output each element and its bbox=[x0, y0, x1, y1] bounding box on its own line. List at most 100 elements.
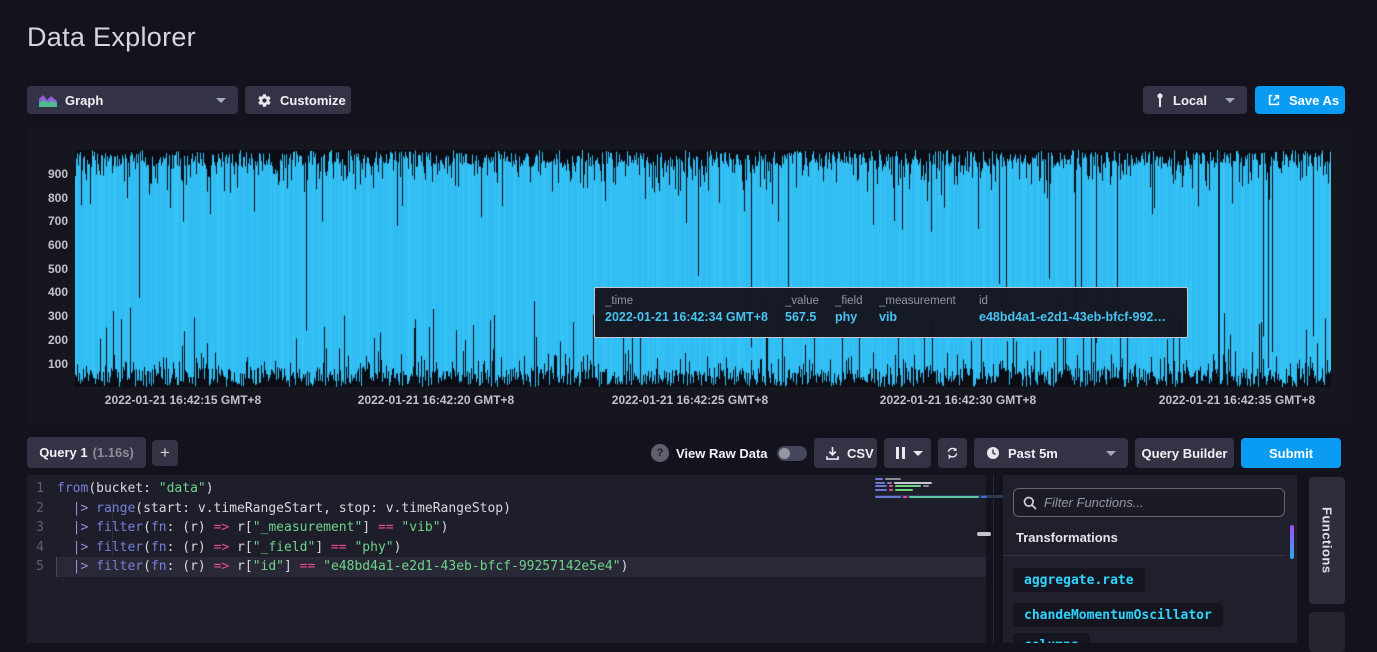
page-title: Data Explorer bbox=[27, 22, 196, 53]
download-icon bbox=[826, 446, 839, 460]
code-line[interactable]: 3 |> filter(fn: (r) => r["_measurement"]… bbox=[27, 518, 986, 538]
scrollbar-thumb[interactable] bbox=[1290, 525, 1294, 559]
functions-panel: Transformations aggregate.rate chandeMom… bbox=[1003, 475, 1297, 643]
minimap[interactable] bbox=[875, 478, 983, 498]
graph-panel: 900 800 700 600 500 400 300 200 100 2022… bbox=[27, 127, 1352, 425]
line-number: 5 bbox=[27, 557, 57, 577]
panel-resize-handle[interactable] bbox=[977, 532, 991, 536]
tooltip-value: 2022-01-21 16:42:34 GMT+8 bbox=[605, 310, 775, 324]
x-tick: 2022-01-21 16:42:30 GMT+8 bbox=[858, 393, 1058, 407]
y-tick: 900 bbox=[28, 167, 68, 181]
export-icon bbox=[1267, 93, 1281, 107]
local-dropdown[interactable]: Local bbox=[1143, 86, 1247, 114]
time-range-label: Past 5m bbox=[1008, 446, 1058, 461]
search-icon bbox=[1023, 496, 1037, 510]
transformations-heading: Transformations bbox=[1016, 530, 1118, 545]
pause-icon bbox=[896, 447, 905, 459]
code-text: from(bucket: "data") bbox=[57, 479, 986, 499]
hover-crosshair bbox=[1218, 150, 1220, 387]
line-number: 4 bbox=[27, 538, 57, 558]
function-item[interactable]: aggregate.rate bbox=[1013, 568, 1145, 592]
query-tab-duration: (1.16s) bbox=[93, 445, 134, 460]
chevron-down-icon bbox=[1106, 451, 1116, 456]
plot-area[interactable] bbox=[75, 150, 1331, 387]
customize-button[interactable]: Customize bbox=[245, 86, 351, 114]
tooltip-label: _field bbox=[835, 295, 869, 307]
panel-divider bbox=[993, 475, 994, 643]
y-tick: 500 bbox=[28, 262, 68, 276]
query-builder-label: Query Builder bbox=[1142, 446, 1228, 461]
visualization-type-dropdown[interactable]: Graph bbox=[27, 86, 238, 114]
view-raw-data-label: View Raw Data bbox=[676, 446, 768, 461]
graph-type-icon bbox=[39, 93, 57, 107]
y-tick: 700 bbox=[28, 214, 68, 228]
line-number: 1 bbox=[27, 479, 57, 499]
view-raw-data-toggle[interactable] bbox=[777, 446, 807, 461]
tooltip-label: _value bbox=[785, 295, 825, 307]
x-tick: 2022-01-21 16:42:20 GMT+8 bbox=[336, 393, 536, 407]
tooltip-label: _measurement bbox=[879, 295, 969, 307]
query-builder-button[interactable]: Query Builder bbox=[1135, 438, 1234, 468]
help-icon[interactable]: ? bbox=[651, 444, 669, 462]
line-number: 2 bbox=[27, 499, 57, 519]
section-divider bbox=[1003, 555, 1285, 556]
submit-label: Submit bbox=[1269, 446, 1313, 461]
hover-tooltip: _time 2022-01-21 16:42:34 GMT+8 _value 5… bbox=[594, 287, 1188, 338]
code-text: |> filter(fn: (r) => r["_field"] == "phy… bbox=[57, 538, 986, 558]
flux-code-editor[interactable]: 1from(bucket: "data")2 |> range(start: v… bbox=[27, 475, 986, 643]
code-line[interactable]: 2 |> range(start: v.timeRangeStart, stop… bbox=[27, 499, 986, 519]
chevron-down-icon bbox=[913, 451, 923, 456]
clock-icon bbox=[986, 446, 1000, 460]
csv-label: CSV bbox=[847, 446, 874, 461]
tooltip-label: id bbox=[979, 295, 1179, 307]
code-text: |> filter(fn: (r) => r["_measurement"] =… bbox=[57, 518, 986, 538]
pause-button[interactable] bbox=[884, 438, 931, 468]
tooltip-value: e48bd4a1-e2d1-43eb-bfcf-992… bbox=[979, 310, 1179, 324]
time-range-dropdown[interactable]: Past 5m bbox=[974, 438, 1128, 468]
code-line[interactable]: 4 |> filter(fn: (r) => r["_field"] == "p… bbox=[27, 538, 986, 558]
local-label: Local bbox=[1173, 93, 1207, 108]
y-tick: 300 bbox=[28, 309, 68, 323]
toggle-knob bbox=[779, 448, 790, 459]
save-as-label: Save As bbox=[1289, 93, 1339, 108]
visualization-type-label: Graph bbox=[65, 93, 103, 108]
csv-download-button[interactable]: CSV bbox=[814, 438, 877, 468]
functions-vertical-tab[interactable]: Functions bbox=[1309, 477, 1345, 604]
pin-icon bbox=[1155, 93, 1165, 108]
chevron-down-icon bbox=[216, 98, 226, 103]
submit-button[interactable]: Submit bbox=[1241, 438, 1341, 468]
tooltip-label: _time bbox=[605, 295, 775, 307]
tooltip-value: vib bbox=[879, 310, 969, 324]
y-tick: 400 bbox=[28, 285, 68, 299]
vertical-tab-clipped[interactable] bbox=[1309, 612, 1345, 652]
code-text: |> filter(fn: (r) => r["id"] == "e48bd4a… bbox=[56, 557, 986, 577]
tooltip-value: 567.5 bbox=[785, 310, 825, 324]
add-query-button[interactable]: + bbox=[152, 440, 178, 466]
code-text: |> range(start: v.timeRangeStart, stop: … bbox=[57, 499, 986, 519]
y-tick: 100 bbox=[28, 357, 68, 371]
tooltip-value: phy bbox=[835, 310, 869, 324]
code-line[interactable]: 1from(bucket: "data") bbox=[27, 479, 986, 499]
functions-tab-label: Functions bbox=[1320, 507, 1335, 574]
refresh-button[interactable] bbox=[938, 438, 967, 468]
save-as-button[interactable]: Save As bbox=[1255, 86, 1345, 114]
chevron-down-icon bbox=[1225, 98, 1235, 103]
query-tab-label: Query 1 bbox=[39, 445, 87, 460]
function-item[interactable]: columns bbox=[1013, 633, 1090, 643]
customize-label: Customize bbox=[280, 93, 346, 108]
x-tick: 2022-01-21 16:42:35 GMT+8 bbox=[1137, 393, 1337, 407]
x-tick: 2022-01-21 16:42:15 GMT+8 bbox=[83, 393, 283, 407]
query-tab[interactable]: Query 1 (1.16s) bbox=[27, 437, 146, 468]
code-lines: 1from(bucket: "data")2 |> range(start: v… bbox=[27, 479, 986, 577]
filter-functions-input[interactable] bbox=[1044, 495, 1275, 510]
refresh-icon bbox=[945, 446, 960, 461]
line-number: 3 bbox=[27, 518, 57, 538]
code-line[interactable]: 5 |> filter(fn: (r) => r["id"] == "e48bd… bbox=[27, 557, 986, 577]
y-tick: 200 bbox=[28, 333, 68, 347]
y-tick: 600 bbox=[28, 238, 68, 252]
y-tick: 800 bbox=[28, 191, 68, 205]
function-item[interactable]: chandeMomentumOscillator bbox=[1013, 603, 1223, 627]
graph-canvas[interactable] bbox=[75, 150, 1331, 387]
filter-functions-searchbox[interactable] bbox=[1013, 488, 1285, 517]
gear-icon bbox=[257, 93, 272, 108]
